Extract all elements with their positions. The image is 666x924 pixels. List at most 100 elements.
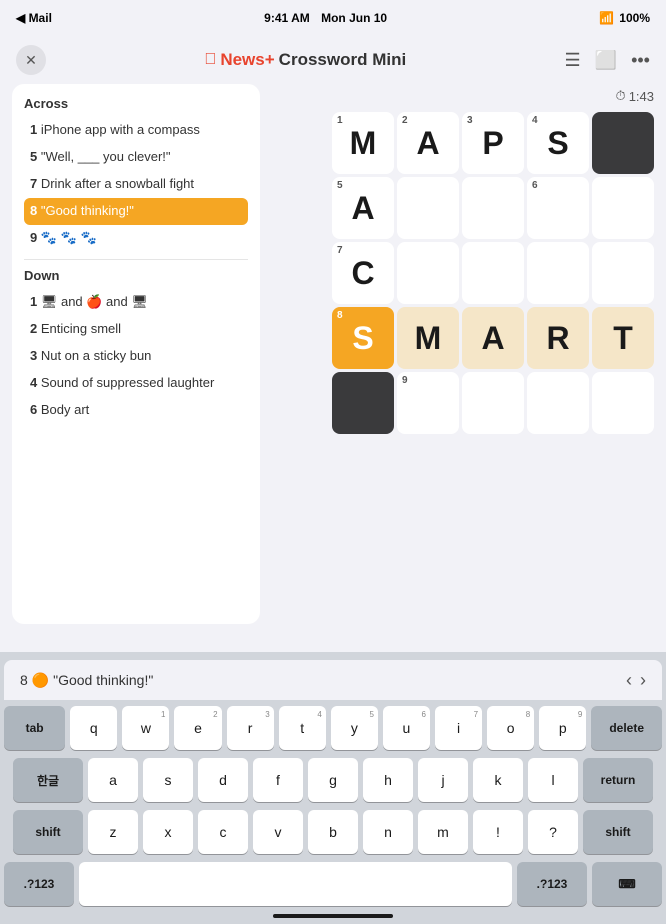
cell-3-1-highlighted[interactable]: M (397, 307, 459, 369)
clue-down-3[interactable]: 3 Nut on a sticky bun (24, 343, 248, 370)
status-date: Mon Jun 10 (321, 11, 387, 25)
cell-2-2[interactable] (462, 242, 524, 304)
key-j[interactable]: j (418, 758, 468, 802)
key-y[interactable]: 5y (331, 706, 378, 750)
key-return[interactable]: return (583, 758, 653, 802)
cell-2-4[interactable] (592, 242, 654, 304)
key-u[interactable]: 6u (383, 706, 430, 750)
more-icon[interactable]: ••• (631, 50, 650, 71)
cell-2-1[interactable] (397, 242, 459, 304)
clue-across-7[interactable]: 7 Drink after a snowball fight (24, 171, 248, 198)
key-f[interactable]: f (253, 758, 303, 802)
cell-0-4-black (592, 112, 654, 174)
timer-icon: ⏱ (616, 88, 626, 104)
clue-across-1[interactable]: 1 iPhone app with a compass (24, 117, 248, 144)
key-c[interactable]: c (198, 810, 248, 854)
key-m[interactable]: m (418, 810, 468, 854)
clues-divider (24, 259, 248, 260)
cell-0-1[interactable]: 2A (397, 112, 459, 174)
key-i[interactable]: 7i (435, 706, 482, 750)
cell-1-2[interactable] (462, 177, 524, 239)
close-button[interactable]: ✕ (16, 45, 46, 75)
list-icon[interactable]: ☰ (565, 50, 581, 71)
key-space[interactable] (79, 862, 512, 906)
clue-down-1[interactable]: 1 🖥 and 🍎 and 🖥 (24, 289, 248, 316)
status-right: 📶 100% (599, 11, 650, 25)
key-s[interactable]: s (143, 758, 193, 802)
cell-3-2-highlighted[interactable]: A (462, 307, 524, 369)
down-title: Down (24, 268, 248, 283)
cell-3-4-highlighted[interactable]: T (592, 307, 654, 369)
timer: ⏱ 1:43 (616, 88, 654, 104)
keyboard-row-4: .?123 .?123 ⌨ (4, 862, 662, 906)
key-h[interactable]: h (363, 758, 413, 802)
cell-1-1[interactable] (397, 177, 459, 239)
cell-1-4[interactable] (592, 177, 654, 239)
clue-across-5[interactable]: 5 "Well, ___ you clever!" (24, 144, 248, 171)
key-k[interactable]: k (473, 758, 523, 802)
cell-0-3[interactable]: 4S (527, 112, 589, 174)
key-b[interactable]: b (308, 810, 358, 854)
keyboard-row-1: tab q 1w 2e 3r 4t 5y 6u 7i 8o 9p delete (4, 706, 662, 750)
key-d[interactable]: d (198, 758, 248, 802)
cell-4-2[interactable] (462, 372, 524, 434)
key-delete[interactable]: delete (591, 706, 662, 750)
cell-4-1[interactable]: 9 (397, 372, 459, 434)
crossword-mini-label: Crossword Mini (279, 50, 407, 70)
key-w[interactable]: 1w (122, 706, 169, 750)
cell-0-2[interactable]: 3P (462, 112, 524, 174)
key-shift-left[interactable]: shift (13, 810, 83, 854)
cell-2-3[interactable] (527, 242, 589, 304)
next-clue-arrow[interactable]: › (640, 670, 646, 691)
carrier-label: ◀ Mail (16, 11, 52, 25)
key-g[interactable]: g (308, 758, 358, 802)
prev-clue-arrow[interactable]: ‹ (626, 670, 632, 691)
clue-hint-label: "Good thinking!" (53, 672, 153, 688)
cell-3-3-highlighted[interactable]: R (527, 307, 589, 369)
key-hangul[interactable]: 한글 (13, 758, 83, 802)
key-o[interactable]: 8o (487, 706, 534, 750)
key-keyboard-icon[interactable]: ⌨ (592, 862, 662, 906)
cell-2-0[interactable]: 7C (332, 242, 394, 304)
key-v[interactable]: v (253, 810, 303, 854)
key-exclaim[interactable]: ! (473, 810, 523, 854)
key-n[interactable]: n (363, 810, 413, 854)
key-tab[interactable]: tab (4, 706, 65, 750)
key-p[interactable]: 9p (539, 706, 586, 750)
battery-icon: 100% (619, 11, 650, 25)
key-symbols-right[interactable]: .?123 (517, 862, 587, 906)
clue-down-6[interactable]: 6 Body art (24, 397, 248, 424)
across-title: Across (24, 96, 248, 111)
cell-4-3[interactable] (527, 372, 589, 434)
main-content: Across 1 iPhone app with a compass 5 "We… (0, 84, 666, 624)
cell-1-0[interactable]: 5A (332, 177, 394, 239)
cell-0-0[interactable]: 1M (332, 112, 394, 174)
clue-down-2[interactable]: 2 Enticing smell (24, 316, 248, 343)
clue-hint-text: 8 🟠 "Good thinking!" (20, 672, 153, 689)
cell-3-0-active[interactable]: 8S (332, 307, 394, 369)
key-r[interactable]: 3r (227, 706, 274, 750)
cell-1-3[interactable]: 6 (527, 177, 589, 239)
clue-across-8-active[interactable]: 8 "Good thinking!" (24, 198, 248, 225)
key-z[interactable]: z (88, 810, 138, 854)
clues-panel: Across 1 iPhone app with a compass 5 "We… (12, 84, 260, 624)
clue-hint-arrows[interactable]: ‹ › (626, 670, 646, 691)
key-a[interactable]: a (88, 758, 138, 802)
cell-4-4[interactable] (592, 372, 654, 434)
key-e[interactable]: 2e (174, 706, 221, 750)
key-t[interactable]: 4t (279, 706, 326, 750)
display-icon[interactable]: ⬜ (595, 50, 617, 71)
key-x[interactable]: x (143, 810, 193, 854)
key-shift-right[interactable]: shift (583, 810, 653, 854)
key-q[interactable]: q (70, 706, 117, 750)
keyboard-row-2: 한글 a s d f g h j k l return (4, 758, 662, 802)
key-l[interactable]: l (528, 758, 578, 802)
apple-logo:  (204, 51, 216, 69)
home-indicator (273, 914, 393, 918)
wifi-icon: 📶 (599, 11, 614, 25)
clue-down-4[interactable]: 4 Sound of suppressed laughter (24, 370, 248, 397)
key-question[interactable]: ? (528, 810, 578, 854)
clue-across-9[interactable]: 9 🐾 🐾 🐾 (24, 225, 248, 252)
clue-hint-number: 8 🟠 (20, 672, 49, 689)
key-symbols-left[interactable]: .?123 (4, 862, 74, 906)
